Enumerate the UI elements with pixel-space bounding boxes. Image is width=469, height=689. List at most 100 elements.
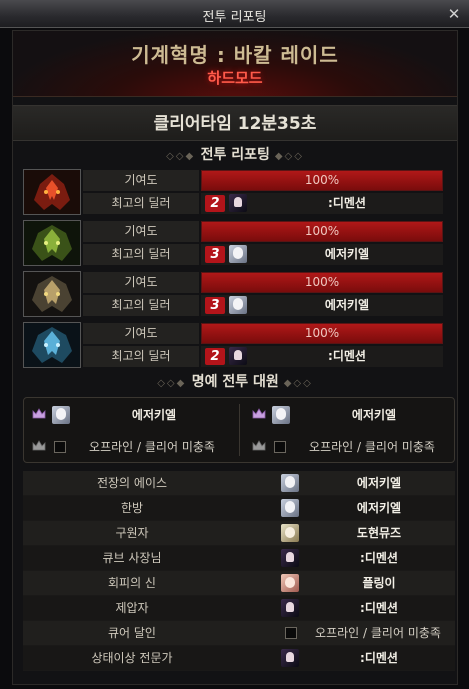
demon-avatar-icon — [229, 194, 247, 212]
top-dealer-label: 최고의 딜러 — [83, 295, 199, 316]
crown-icon — [252, 408, 266, 419]
dungeon-name: 기계혁명 : 바칼 레이드 — [131, 43, 339, 67]
report-row: 기여도 최고의 딜러 100% 3 에저키엘 — [23, 220, 455, 266]
knight-avatar-icon — [272, 406, 290, 424]
award-winner: :디멘션 — [360, 601, 398, 615]
contribution-value: 100% — [304, 173, 340, 187]
report-section-header: ◇◇◆ 전투 리포팅 ◆◇◇ — [13, 144, 457, 166]
award-row: 큐어 달인 오프라인 / 클리어 미충족 — [23, 621, 455, 646]
rank-badge: 3 — [205, 297, 225, 314]
crown-icon — [252, 440, 266, 451]
top-dealer-label: 최고의 딜러 — [83, 193, 199, 214]
dungeon-banner: 기계혁명 : 바칼 레이드 하드모드 — [13, 31, 457, 97]
award-title: 전장의 에이스 — [96, 476, 168, 490]
honor-member-slot: 오프라인 / 클리어 미충족 — [246, 434, 452, 460]
honor-member-slot[interactable]: 에저키엘 — [26, 402, 232, 428]
pink-avatar-icon — [281, 574, 299, 592]
top-dealer-label: 최고의 딜러 — [83, 244, 199, 265]
top-dealer[interactable]: 2 :디멘션 — [201, 346, 443, 367]
award-row[interactable]: 구원자 도현뮤즈 — [23, 521, 455, 546]
top-dealer[interactable]: 3 에저키엘 — [201, 295, 443, 316]
dungeon-mode: 하드모드 — [207, 69, 263, 87]
report-row: 기여도 최고의 딜러 100% 2 :디멘션 — [23, 322, 455, 368]
empty-checkbox — [54, 441, 66, 453]
honor-section-header: ◇◇◆ 명예 전투 대원 ◆◇◇ — [13, 371, 457, 393]
honor-member-name: 에저키엘 — [131, 408, 177, 422]
award-title: 구원자 — [115, 526, 149, 540]
dealer-name: :디멘션 — [328, 196, 366, 210]
award-winner: 도현뮤즈 — [356, 526, 402, 540]
contribution-value: 100% — [304, 326, 340, 340]
offline-status: 오프라인 / 클리어 미충족 — [315, 626, 441, 640]
window-title: 전투 리포팅 — [202, 10, 267, 25]
contribution-label: 기여도 — [83, 272, 199, 293]
award-row[interactable]: 제압자 :디멘션 — [23, 596, 455, 621]
award-winner: :디멘션 — [360, 651, 398, 665]
award-row[interactable]: 큐브 사장님 :디멘션 — [23, 546, 455, 571]
rank-badge: 2 — [205, 195, 225, 212]
contribution-bar: 100% — [201, 323, 443, 344]
ornament-icon: ◇◇◆ — [166, 151, 201, 162]
honor-members-box: 에저키엘 에저키엘 오프라인 / 클리어 미충족 오프라인 / 클리어 미충족 — [23, 397, 455, 463]
award-title: 상태이상 전문가 — [91, 651, 173, 665]
window-titlebar: 전투 리포팅 ✕ — [0, 0, 469, 28]
award-row[interactable]: 한방 에저키엘 — [23, 496, 455, 521]
gold-dragon-icon — [23, 271, 81, 317]
green-dragon-icon — [23, 220, 81, 266]
crown-icon — [32, 408, 46, 419]
blue-dragon-icon — [23, 322, 81, 368]
dealer-name: 에저키엘 — [324, 247, 370, 261]
honor-section-title: 명예 전투 대원 — [191, 374, 279, 390]
award-winner: 에저키엘 — [356, 476, 402, 490]
top-dealer[interactable]: 2 :디멘션 — [201, 193, 443, 214]
red-dragon-icon — [23, 169, 81, 215]
top-dealer[interactable]: 3 에저키엘 — [201, 244, 443, 265]
knight-avatar-icon — [52, 406, 70, 424]
battle-report-panel: 기계혁명 : 바칼 레이드 하드모드 클리어타임 12분35초 ◇◇◆ 전투 리… — [12, 30, 458, 685]
contribution-label: 기여도 — [83, 170, 199, 191]
contribution-bar: 100% — [201, 272, 443, 293]
knight-avatar-icon — [281, 474, 299, 492]
rank-badge: 3 — [205, 246, 225, 263]
offline-status: 오프라인 / 클리어 미충족 — [309, 440, 435, 454]
honor-member-name: 에저키엘 — [351, 408, 397, 422]
contribution-label: 기여도 — [83, 221, 199, 242]
cleric-avatar-icon — [281, 524, 299, 542]
crown-icon — [32, 440, 46, 451]
ornament-icon: ◆◇◇ — [283, 378, 313, 389]
empty-checkbox — [274, 441, 286, 453]
award-row[interactable]: 회피의 신 플링이 — [23, 571, 455, 596]
ornament-icon: ◇◇◆ — [157, 378, 192, 389]
award-winner: 에저키엘 — [356, 501, 402, 515]
award-title: 큐어 달인 — [108, 626, 156, 640]
close-icon[interactable]: ✕ — [445, 5, 463, 23]
report-row: 기여도 최고의 딜러 100% 3 에저키엘 — [23, 271, 455, 317]
contribution-label: 기여도 — [83, 323, 199, 344]
report-row: 기여도 최고의 딜러 100% 2 :디멘션 — [23, 169, 455, 215]
contribution-value: 100% — [304, 224, 340, 238]
report-section-title: 전투 리포팅 — [200, 147, 270, 163]
divider — [239, 404, 240, 456]
award-winner: :디멘션 — [360, 551, 398, 565]
demon-avatar-icon — [229, 347, 247, 365]
dealer-name: :디멘션 — [328, 349, 366, 363]
award-row[interactable]: 상태이상 전문가 :디멘션 — [23, 646, 455, 671]
demon-avatar-icon — [281, 649, 299, 667]
demon-avatar-icon — [281, 599, 299, 617]
clear-time: 클리어타임 12분35초 — [13, 105, 457, 141]
contribution-value: 100% — [304, 275, 340, 289]
ornament-icon: ◆◇◇ — [274, 151, 304, 162]
rank-badge: 2 — [205, 348, 225, 365]
knight-avatar-icon — [229, 296, 247, 314]
awards-list: 전장의 에이스 에저키엘 한방 에저키엘 구원자 도현뮤즈 큐브 사장님 :디멘… — [23, 471, 455, 671]
contribution-bar: 100% — [201, 170, 443, 191]
top-dealer-label: 최고의 딜러 — [83, 346, 199, 367]
award-winner: 플링이 — [362, 576, 396, 590]
knight-avatar-icon — [229, 245, 247, 263]
knight-avatar-icon — [281, 499, 299, 517]
award-title: 회피의 신 — [108, 576, 156, 590]
honor-member-slot: 오프라인 / 클리어 미충족 — [26, 434, 232, 460]
honor-member-slot[interactable]: 에저키엘 — [246, 402, 452, 428]
dealer-name: 에저키엘 — [324, 298, 370, 312]
award-row[interactable]: 전장의 에이스 에저키엘 — [23, 471, 455, 496]
